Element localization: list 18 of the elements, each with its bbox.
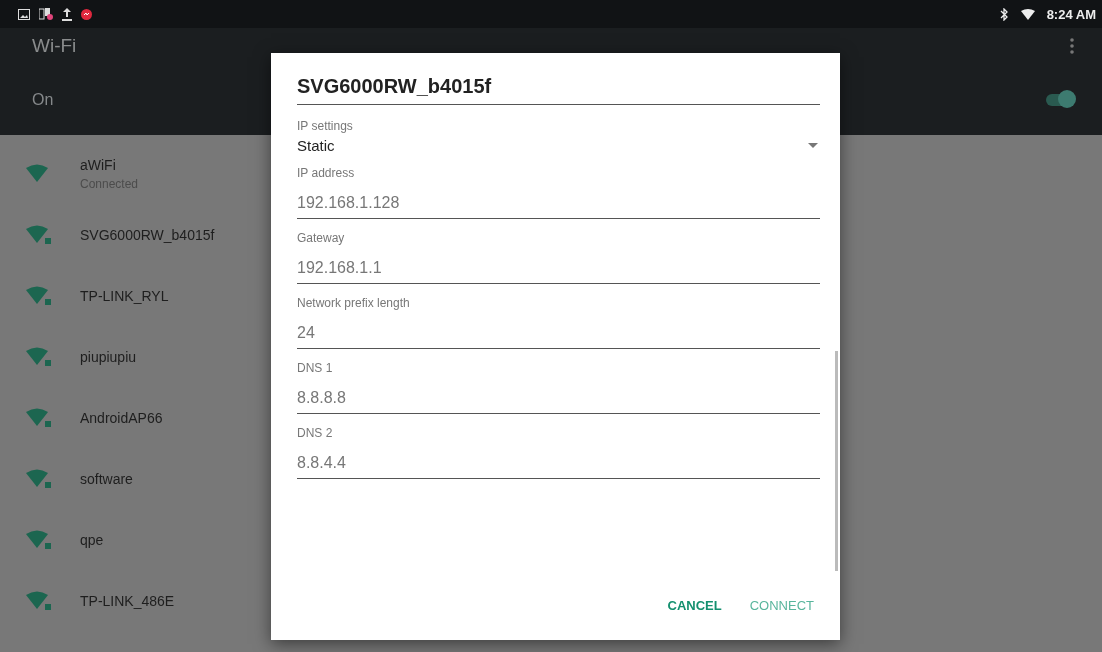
network-name: piupiupiu bbox=[80, 348, 137, 365]
network-name: qpe bbox=[80, 531, 104, 548]
network-name: aWiFi bbox=[80, 156, 117, 173]
field-label: IP address bbox=[297, 166, 356, 180]
network-name: AndroidAP66 bbox=[80, 409, 163, 426]
switch-label: On bbox=[32, 90, 54, 109]
dialog-title: SVG6000RW_b4015f bbox=[297, 75, 820, 105]
screen-title: Wi-Fi bbox=[32, 35, 77, 57]
network-name: TP-LINK_486E bbox=[80, 592, 175, 609]
field-label: DNS 1 bbox=[297, 361, 334, 375]
network-name: SVG6000RW_b4015f bbox=[80, 226, 215, 243]
field-label: DNS 2 bbox=[297, 426, 334, 440]
field-label: Gateway bbox=[297, 231, 346, 245]
field-label: Network prefix length bbox=[297, 296, 411, 310]
network-name: TP-LINK_RYL bbox=[80, 287, 169, 304]
network-name: software bbox=[80, 470, 133, 487]
clock-time: 8:24 AM bbox=[1046, 6, 1096, 22]
field-label: IP settings bbox=[297, 119, 354, 133]
